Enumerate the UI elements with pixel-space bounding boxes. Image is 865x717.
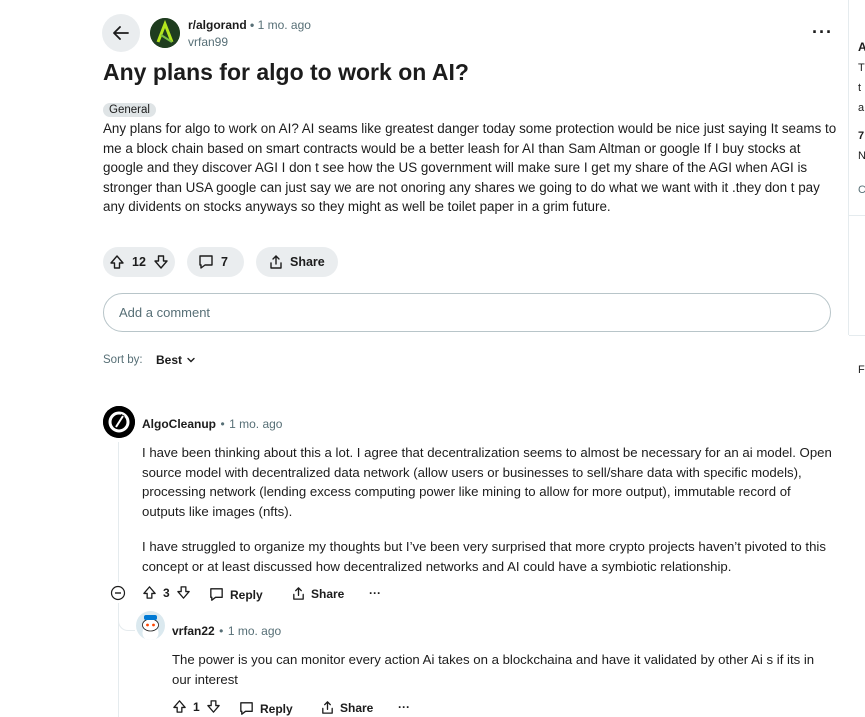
sidebar-fragment: a	[858, 102, 865, 114]
thread-line[interactable]	[118, 442, 119, 582]
sort-dropdown[interactable]: Best	[156, 353, 196, 367]
comment-vote-count: 1	[193, 699, 200, 714]
reply-label: Reply	[230, 587, 263, 602]
back-button[interactable]	[102, 14, 140, 52]
comment-time: 1 mo. ago	[227, 624, 282, 638]
upvote-icon[interactable]	[172, 699, 187, 714]
comment-author[interactable]: vrfan22	[172, 624, 215, 638]
sidebar-fragment: 7	[858, 130, 865, 142]
comment-avatar[interactable]	[103, 406, 135, 438]
reply-button[interactable]: Reply	[238, 700, 293, 717]
snoo-avatar-icon	[142, 615, 159, 640]
sidebar-divider	[848, 0, 849, 335]
post-time: 1 mo. ago	[257, 18, 311, 32]
share-label: Share	[311, 586, 345, 601]
share-icon	[293, 587, 304, 600]
comment-vote: 1	[172, 699, 221, 714]
comment-share-button[interactable]: Share	[320, 700, 373, 715]
sidebar-fragment: F	[858, 364, 865, 376]
downvote-icon[interactable]	[176, 585, 191, 600]
add-comment-placeholder: Add a comment	[119, 305, 211, 320]
post-more-button[interactable]: ···	[812, 22, 833, 43]
algocleanup-logo-icon	[103, 406, 135, 438]
share-label: Share	[290, 255, 325, 269]
upvote-icon[interactable]	[109, 254, 125, 270]
sidebar-divider	[849, 215, 865, 216]
sort-value: Best	[156, 353, 183, 367]
reply-button[interactable]: Reply	[208, 586, 263, 603]
arrow-left-icon	[113, 26, 129, 40]
sidebar-divider	[849, 335, 865, 336]
comment-text: The power is you can monitor every actio…	[172, 652, 815, 687]
post-author[interactable]: vrfan99	[188, 35, 228, 49]
sidebar-fragment: C	[858, 184, 865, 196]
sidebar-fragment: t	[858, 82, 862, 94]
collapse-icon	[110, 585, 126, 601]
comment-vote-count: 3	[163, 585, 170, 600]
share-label: Share	[340, 700, 374, 715]
reply-label: Reply	[260, 701, 293, 716]
vote-count: 12	[132, 255, 146, 269]
subreddit-link[interactable]: r/algorand	[188, 18, 247, 32]
separator-dot: •	[250, 18, 255, 32]
share-icon	[322, 701, 333, 714]
sort-label: Sort by:	[103, 354, 143, 366]
comment-author[interactable]: AlgoCleanup	[142, 417, 216, 431]
separator-dot: •	[220, 417, 225, 431]
comment-more-button[interactable]: ···	[398, 700, 410, 714]
post-flair[interactable]: General	[103, 103, 156, 117]
sidebar-fragment: N	[858, 150, 865, 162]
sidebar-fragment: T	[858, 62, 865, 74]
comment-text: I have been thinking about this a lot. I…	[142, 445, 832, 520]
share-icon	[270, 255, 282, 269]
downvote-icon[interactable]	[206, 699, 221, 714]
downvote-icon[interactable]	[153, 254, 169, 270]
subreddit-line: r/algorand • 1 mo. ago	[188, 18, 311, 32]
comment-count: 7	[221, 255, 228, 269]
comment-time: 1 mo. ago	[229, 417, 283, 431]
comment-header: AlgoCleanup • 1 mo. ago	[142, 415, 282, 433]
add-comment-input[interactable]: Add a comment	[103, 293, 831, 332]
comment-avatar[interactable]	[136, 611, 165, 640]
share-button[interactable]: Share	[256, 247, 338, 277]
comment-share-button[interactable]: Share	[291, 586, 344, 601]
comment-icon	[199, 255, 213, 269]
algorand-logo-icon	[150, 18, 180, 48]
post-body: Any plans for algo to work on AI? AI sea…	[103, 121, 837, 214]
comment-vote: 3	[142, 585, 191, 600]
comments-button[interactable]: 7	[187, 247, 244, 277]
subreddit-avatar[interactable]	[150, 18, 180, 48]
thread-connector	[118, 620, 135, 631]
sidebar-fragment: A	[858, 40, 865, 54]
post-title: Any plans for algo to work on AI?	[103, 59, 469, 85]
comment-icon	[240, 702, 253, 715]
vote-pill: 12	[103, 247, 175, 277]
comment-text: I have struggled to organize my thoughts…	[142, 539, 826, 574]
upvote-icon[interactable]	[142, 585, 157, 600]
separator-dot: •	[219, 624, 224, 638]
chevron-down-icon	[187, 357, 195, 363]
comment-more-button[interactable]: ···	[369, 586, 381, 600]
comment-icon	[210, 588, 223, 601]
comment-header: vrfan22 • 1 mo. ago	[172, 622, 281, 640]
